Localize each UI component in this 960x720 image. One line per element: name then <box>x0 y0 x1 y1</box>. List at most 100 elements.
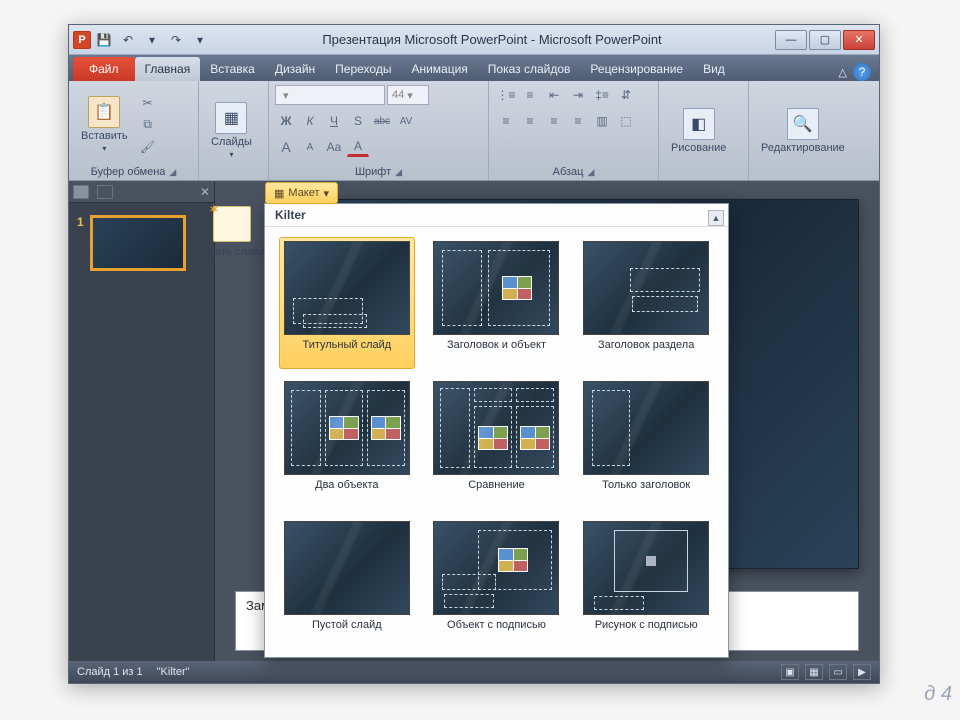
editing-button[interactable]: 🔍 Редактирование <box>755 106 851 156</box>
tab-transitions[interactable]: Переходы <box>325 57 401 81</box>
qat-undo-dropdown[interactable]: ▾ <box>141 29 163 51</box>
underline-button[interactable]: Ч <box>323 111 345 131</box>
layout-caption: Заголовок и объект <box>447 339 546 365</box>
powerpoint-icon: P <box>73 31 91 49</box>
undo-icon[interactable]: ↶ <box>117 29 139 51</box>
char-spacing-button[interactable]: AV <box>395 111 417 131</box>
bold-button[interactable]: Ж <box>275 111 297 131</box>
tab-insert[interactable]: Вставка <box>200 57 265 81</box>
clipboard-icon: 📋 <box>88 96 120 128</box>
clipboard-group-label: Буфер обмена <box>91 166 166 178</box>
tab-view[interactable]: Вид <box>693 57 735 81</box>
layout-button[interactable]: ▦ Макет ▾ <box>265 182 338 204</box>
layout-title-slide[interactable]: Титульный слайд <box>279 237 415 369</box>
group-paragraph: ⋮≡ ≡ ⇤ ⇥ ‡≡ ⇵ ≡ ≡ ≡ ≡ ▥ ⬚ Абзац◢ <box>489 81 659 180</box>
tab-design[interactable]: Дизайн <box>265 57 325 81</box>
layout-caption: Объект с подписью <box>447 619 546 645</box>
scroll-up-icon[interactable]: ▲ <box>708 210 724 226</box>
paragraph-group-label: Абзац <box>553 166 584 178</box>
format-painter-icon[interactable]: 🖌 <box>138 137 158 157</box>
layout-caption: Заголовок раздела <box>598 339 694 365</box>
layout-comparison[interactable]: Сравнение <box>429 377 565 509</box>
help-button[interactable]: ? <box>853 63 871 81</box>
layout-title-content[interactable]: Заголовок и объект <box>429 237 565 369</box>
save-icon[interactable]: 💾 <box>93 29 115 51</box>
minimize-button[interactable]: — <box>775 30 807 50</box>
qat-customize-dropdown[interactable]: ▾ <box>189 29 211 51</box>
strike-button[interactable]: abc <box>371 111 393 131</box>
layout-caption: Сравнение <box>468 479 525 505</box>
columns-button[interactable]: ▥ <box>591 111 613 131</box>
grow-font-button[interactable]: A <box>275 137 297 157</box>
font-name-combo[interactable]: ▾ <box>275 85 385 105</box>
text-direction-button[interactable]: ⇵ <box>615 85 637 105</box>
clear-format-button[interactable]: Aa <box>323 137 345 157</box>
reading-view-icon[interactable]: ▭ <box>829 664 847 680</box>
font-color-button[interactable]: A <box>347 137 369 157</box>
minimize-ribbon-icon[interactable]: △ <box>839 66 847 79</box>
panel-tabs: ✕ <box>69 181 214 203</box>
file-tab[interactable]: Файл <box>73 57 135 81</box>
tab-slideshow[interactable]: Показ слайдов <box>478 57 581 81</box>
font-launcher-icon[interactable]: ◢ <box>395 167 402 178</box>
indent-inc-button[interactable]: ⇥ <box>567 85 589 105</box>
line-spacing-button[interactable]: ‡≡ <box>591 85 613 105</box>
close-button[interactable]: ✕ <box>843 30 875 50</box>
layout-picture-caption[interactable]: Рисунок с подписью <box>578 517 714 649</box>
group-clipboard: 📋 Вставить ▾ ✂ ⧉ 🖌 Буфер обмена◢ <box>69 81 199 180</box>
maximize-button[interactable]: ▢ <box>809 30 841 50</box>
redo-icon[interactable]: ↷ <box>165 29 187 51</box>
shrink-font-button[interactable]: A <box>299 137 321 157</box>
paste-button[interactable]: 📋 Вставить ▾ <box>75 94 134 155</box>
slides-tab-icon[interactable] <box>73 185 89 199</box>
cut-icon[interactable]: ✂ <box>138 93 158 113</box>
tab-review[interactable]: Рецензирование <box>580 57 693 81</box>
theme-name: "Kilter" <box>157 666 190 678</box>
slideshow-view-icon[interactable]: ▶ <box>853 664 871 680</box>
align-center-button[interactable]: ≡ <box>519 111 541 131</box>
slide-counter: Слайд 1 из 1 <box>77 666 143 678</box>
font-size-combo[interactable]: 44 ▾ <box>387 85 429 105</box>
sorter-view-icon[interactable]: ▦ <box>805 664 823 680</box>
panel-close-icon[interactable]: ✕ <box>200 185 210 199</box>
tab-home[interactable]: Главная <box>135 57 201 81</box>
statusbar: Слайд 1 из 1 "Kilter" ▣ ▦ ▭ ▶ <box>69 661 879 683</box>
layout-two-content[interactable]: Два объекта <box>279 377 415 509</box>
new-slide-icon <box>213 206 251 242</box>
window-title: Презентация Microsoft PowerPoint - Micro… <box>211 32 773 47</box>
align-right-button[interactable]: ≡ <box>543 111 565 131</box>
slides-button[interactable]: ▦ Слайды ▾ <box>205 100 258 161</box>
indent-dec-button[interactable]: ⇤ <box>543 85 565 105</box>
layout-caption: Рисунок с подписью <box>595 619 698 645</box>
tab-animation[interactable]: Анимация <box>401 57 477 81</box>
justify-button[interactable]: ≡ <box>567 111 589 131</box>
copy-icon[interactable]: ⧉ <box>138 115 158 135</box>
ribbon: 📋 Вставить ▾ ✂ ⧉ 🖌 Буфер обмена◢ ▦ Слайд… <box>69 81 879 181</box>
group-drawing: ◧ Рисование <box>659 81 749 180</box>
thumbnail-number: 1 <box>77 215 84 271</box>
normal-view-icon[interactable]: ▣ <box>781 664 799 680</box>
layout-caption: Только заголовок <box>602 479 690 505</box>
outline-tab-icon[interactable] <box>97 185 113 199</box>
font-group-label: Шрифт <box>355 166 391 178</box>
layout-content-caption[interactable]: Объект с подписью <box>429 517 565 649</box>
layout-title-only[interactable]: Только заголовок <box>578 377 714 509</box>
numbering-button[interactable]: ≡ <box>519 85 541 105</box>
italic-button[interactable]: К <box>299 111 321 131</box>
shadow-button[interactable]: S <box>347 111 369 131</box>
new-slide-label: Создать слайд ▾ <box>190 246 274 258</box>
smartart-button[interactable]: ⬚ <box>615 111 637 131</box>
titlebar: P 💾 ↶ ▾ ↷ ▾ Презентация Microsoft PowerP… <box>69 25 879 55</box>
paragraph-launcher-icon[interactable]: ◢ <box>587 167 594 178</box>
layout-caption: Пустой слайд <box>312 619 382 645</box>
editing-label: Редактирование <box>761 142 845 154</box>
bullets-button[interactable]: ⋮≡ <box>495 85 517 105</box>
slides-icon: ▦ <box>215 102 247 134</box>
drawing-button[interactable]: ◧ Рисование <box>665 106 732 156</box>
layout-blank[interactable]: Пустой слайд <box>279 517 415 649</box>
layout-section-header[interactable]: Заголовок раздела <box>578 237 714 369</box>
page-corner-text: д 4 <box>924 683 952 706</box>
clipboard-launcher-icon[interactable]: ◢ <box>169 167 176 178</box>
align-left-button[interactable]: ≡ <box>495 111 517 131</box>
find-icon: 🔍 <box>787 108 819 140</box>
